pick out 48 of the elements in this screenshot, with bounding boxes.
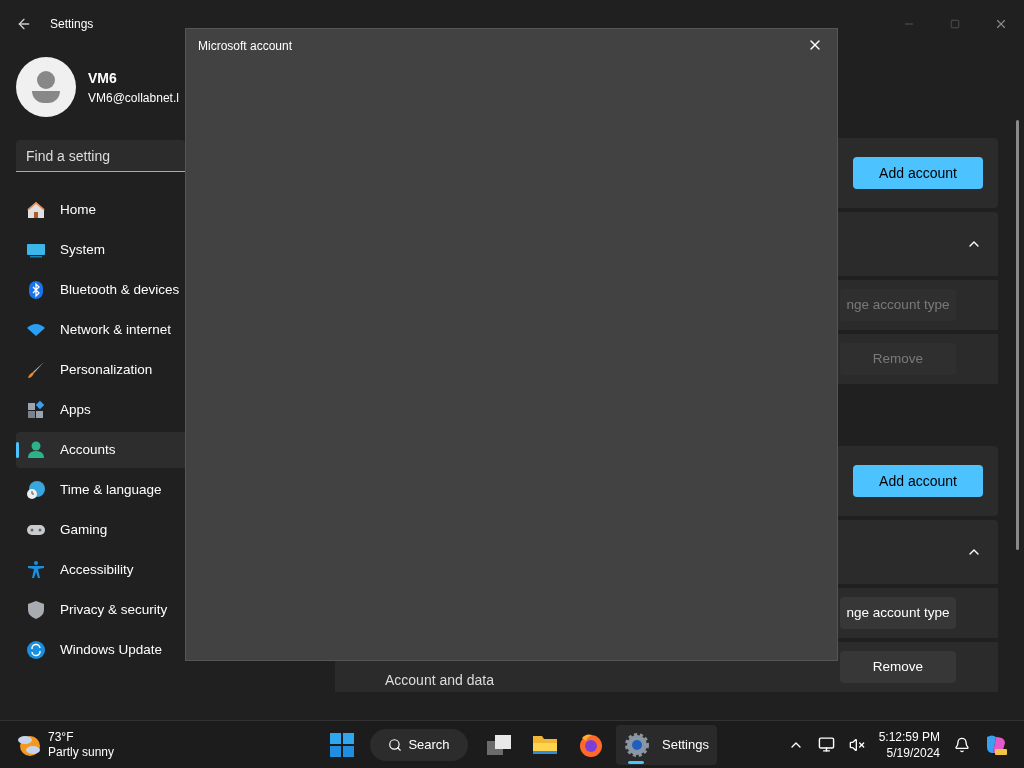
- nav-item[interactable]: Bluetooth & devices: [16, 272, 185, 308]
- clock-time: 5:12:59 PM: [878, 728, 940, 745]
- user-email: VM6@collabnet.l: [88, 89, 179, 107]
- nav-item[interactable]: Time & language: [16, 472, 185, 508]
- nav-item[interactable]: System: [16, 232, 185, 268]
- nav-item[interactable]: Network & internet: [16, 312, 185, 348]
- gear-icon: [624, 731, 650, 758]
- windows-start-icon[interactable]: [330, 732, 354, 757]
- nav-item[interactable]: Accessibility: [16, 552, 185, 588]
- bluetooth-icon: [26, 280, 46, 300]
- house-icon: [26, 200, 46, 220]
- shield-icon: [26, 600, 46, 620]
- nav-item[interactable]: Gaming: [16, 512, 185, 548]
- search-field[interactable]: Find a setting: [16, 140, 185, 172]
- action-button[interactable]: Remove: [840, 651, 956, 683]
- user-name: VM6: [88, 68, 118, 88]
- nav-item[interactable]: Privacy & security: [16, 592, 185, 628]
- temperature: 73°F: [48, 729, 75, 745]
- nav-item[interactable]: Accounts: [16, 432, 185, 468]
- person-icon: [26, 440, 46, 460]
- nav-item[interactable]: Home: [16, 192, 185, 228]
- brush-icon: [26, 360, 46, 380]
- fox-globe-icon: [578, 731, 604, 758]
- sync-icon: [26, 640, 46, 660]
- window-title: Settings: [50, 16, 94, 33]
- taskbar-app[interactable]: Settings: [616, 724, 717, 765]
- nav-item[interactable]: Windows Update: [16, 632, 185, 668]
- nav-item[interactable]: Personalization: [16, 352, 185, 388]
- search-icon: [388, 737, 403, 752]
- task-view-icon: [486, 732, 512, 757]
- bell-icon[interactable]: [954, 736, 970, 753]
- network-icon[interactable]: [817, 736, 835, 753]
- avatar: [16, 57, 76, 117]
- apps-icon: [26, 400, 46, 420]
- nav-item[interactable]: Apps: [16, 392, 185, 428]
- add-account-button[interactable]: Add account: [853, 157, 983, 189]
- row-label: Account and data: [385, 670, 494, 690]
- accessibility-icon: [26, 560, 46, 580]
- action-button[interactable]: nge account type: [840, 597, 956, 629]
- clock-date: 5/19/2024: [886, 744, 940, 761]
- globe-clock-icon: [26, 480, 46, 500]
- back-icon[interactable]: [16, 16, 32, 32]
- add-account-button[interactable]: Add account: [853, 465, 983, 497]
- scrollbar[interactable]: [1016, 120, 1019, 550]
- taskbar-search[interactable]: Search: [370, 728, 468, 761]
- muted-speaker-icon[interactable]: [848, 736, 865, 753]
- dialog-title: Microsoft account: [198, 38, 293, 55]
- weather-condition: Partly sunny: [48, 744, 115, 760]
